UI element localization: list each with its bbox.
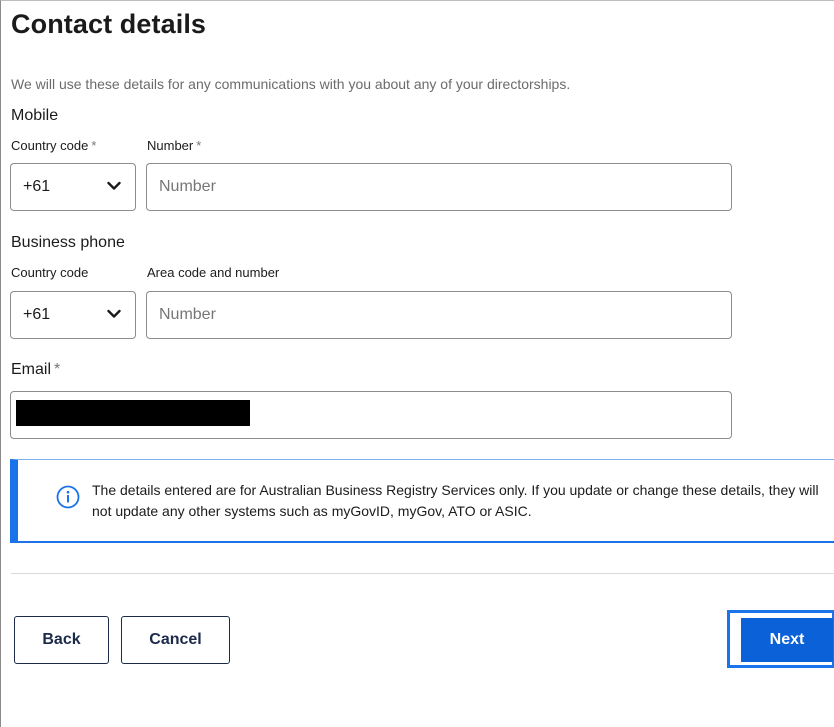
next-button-focus-ring: Next (727, 610, 834, 668)
business-country-code-select[interactable]: +61 (10, 291, 136, 339)
cancel-button[interactable]: Cancel (121, 616, 230, 664)
divider (11, 573, 834, 574)
required-marker: * (91, 138, 97, 153)
business-number-input[interactable]: Number (146, 291, 732, 339)
mobile-heading: Mobile (11, 107, 59, 124)
business-country-code-label: Country code (11, 265, 89, 280)
business-number-placeholder: Number (159, 306, 216, 323)
info-notice-text: The details entered are for Australian B… (92, 482, 819, 519)
next-button[interactable]: Next (741, 618, 833, 662)
email-label: Email * (11, 361, 60, 379)
back-button[interactable]: Back (14, 616, 109, 664)
business-number-label: Area code and number (147, 265, 280, 280)
business-country-code-value: +61 (23, 306, 51, 323)
info-notice: The details entered are for Australian B… (10, 459, 834, 543)
required-marker: * (196, 138, 202, 153)
mobile-country-code-label: Country code * (11, 138, 96, 153)
business-phone-heading: Business phone (11, 234, 125, 251)
intro-text: We will use these details for any commun… (11, 76, 571, 92)
email-input[interactable] (10, 391, 732, 439)
email-label-text: Email (11, 361, 52, 378)
mobile-country-code-value: +61 (23, 178, 51, 195)
mobile-country-code-label-text: Country code (11, 138, 89, 153)
mobile-number-label-text: Number (147, 138, 194, 153)
mobile-number-input[interactable]: Number (146, 163, 732, 211)
required-marker: * (54, 361, 61, 378)
info-icon (56, 485, 80, 509)
chevron-down-icon (107, 181, 121, 190)
mobile-number-label: Number * (147, 138, 201, 153)
chevron-down-icon (107, 309, 121, 318)
page-title: Contact details (11, 9, 207, 39)
redacted-email-value (16, 400, 250, 426)
contact-details-page: Contact details We will use these detail… (0, 0, 834, 727)
mobile-country-code-select[interactable]: +61 (10, 163, 136, 211)
mobile-number-placeholder: Number (159, 178, 216, 195)
